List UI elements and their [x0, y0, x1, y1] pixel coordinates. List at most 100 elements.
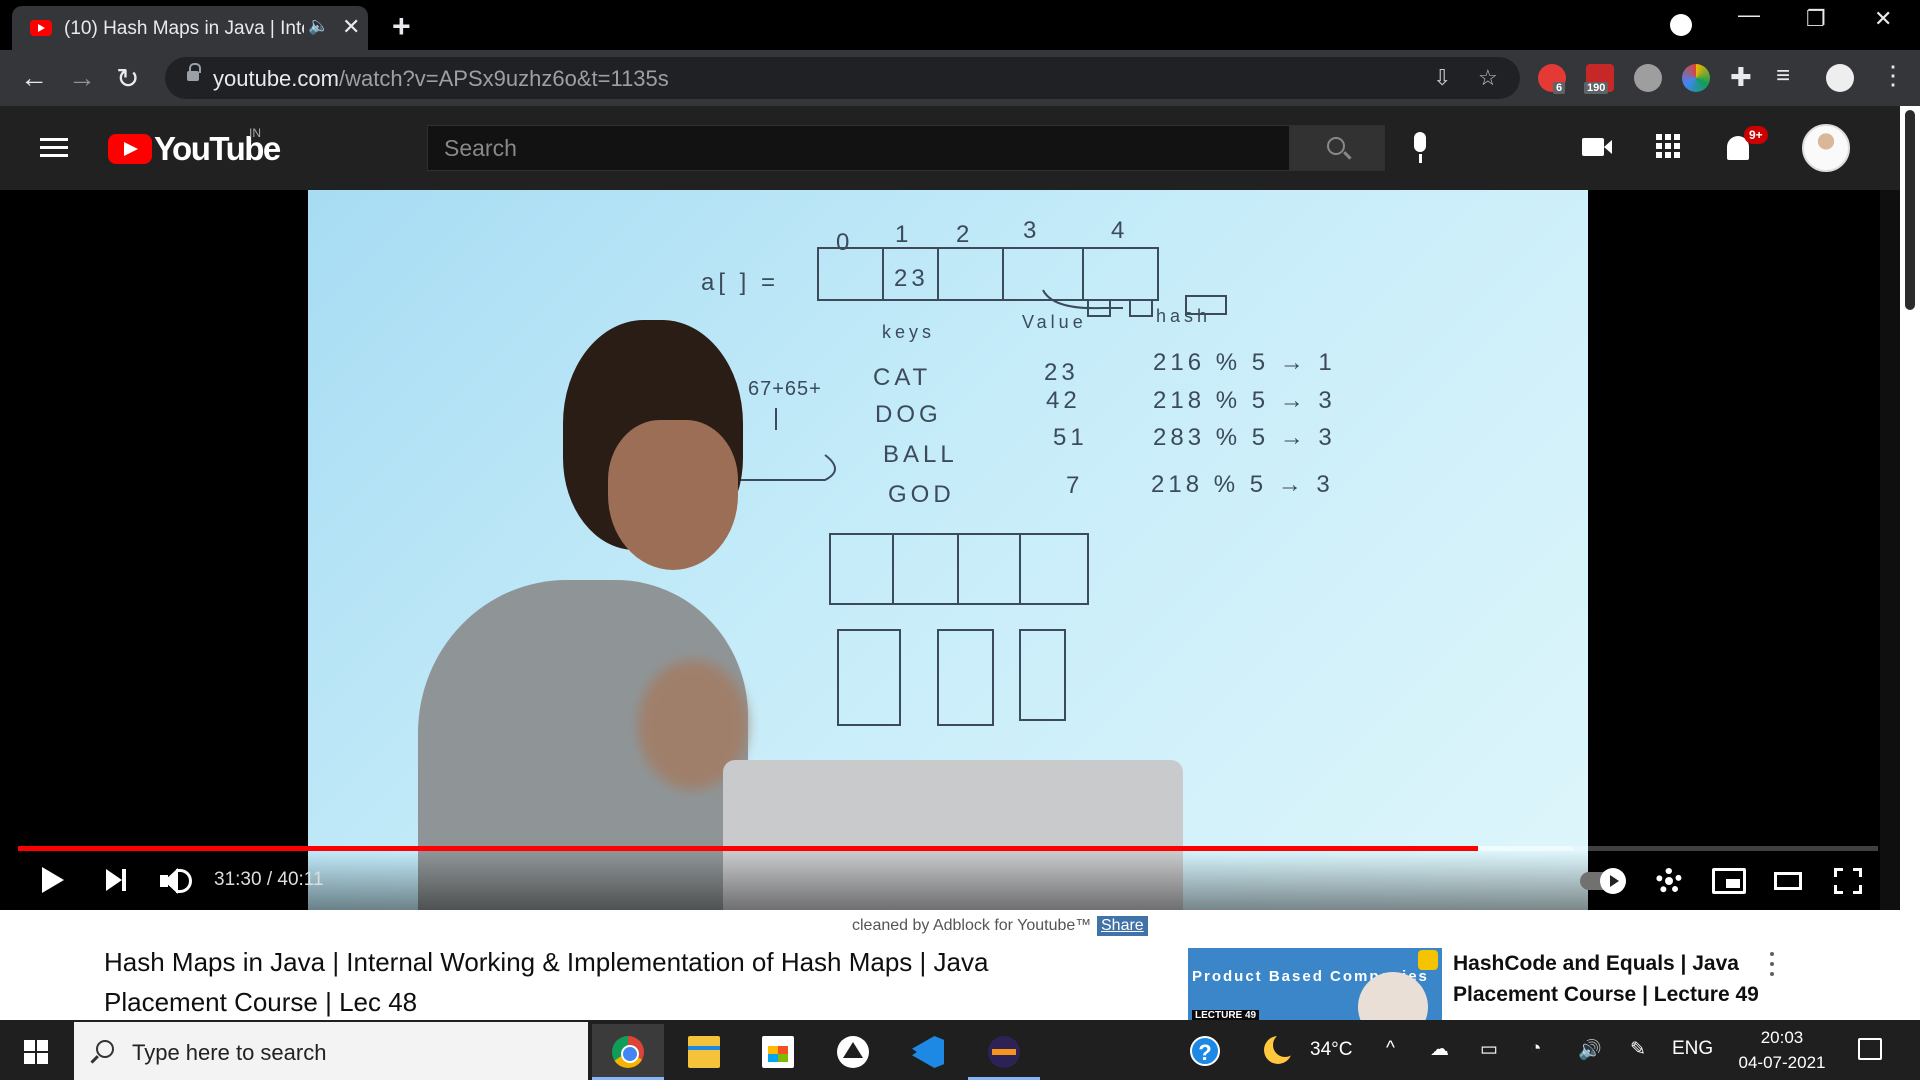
install-app-icon[interactable]: ⇩: [1433, 65, 1451, 91]
bookmark-star-icon[interactable]: ☆: [1478, 65, 1498, 91]
back-arrow-icon[interactable]: ←: [20, 62, 48, 94]
video-player[interactable]: 0 1 2 3 4 a[ ] = 23 keys Value hash 67+6…: [0, 190, 1880, 910]
taskbar-file-explorer[interactable]: [668, 1024, 740, 1080]
system-clock[interactable]: 20:03 04-07-2021: [1732, 1025, 1832, 1075]
apps-grid-icon[interactable]: [1656, 134, 1680, 158]
cloud-extension-icon[interactable]: [1634, 64, 1662, 92]
puzzle-extensions-icon[interactable]: ✚: [1730, 62, 1752, 93]
browser-menu-icon[interactable]: ⋮: [1880, 60, 1906, 91]
volume-icon[interactable]: [160, 866, 194, 896]
restore-icon[interactable]: ❐: [1806, 6, 1826, 32]
tab-search-icon[interactable]: [1670, 14, 1692, 36]
video-frame[interactable]: 0 1 2 3 4 a[ ] = 23 keys Value hash 67+6…: [308, 190, 1588, 910]
reading-list-icon[interactable]: ≡: [1776, 62, 1790, 90]
keys-header: keys: [882, 322, 935, 342]
taskbar-store[interactable]: [742, 1024, 814, 1080]
page-scrollbar[interactable]: [1900, 106, 1920, 1020]
search-icon: [96, 1040, 114, 1058]
hamburger-menu-icon[interactable]: [40, 138, 68, 158]
row-value: 51: [1053, 424, 1088, 451]
tab-title: (10) Hash Maps in Java | Internal Workin…: [64, 18, 304, 39]
new-tab-button[interactable]: +: [392, 8, 411, 45]
clock-time: 20:03: [1760, 1028, 1804, 1047]
row-key: GOD: [888, 481, 955, 508]
action-center-icon[interactable]: [1858, 1038, 1882, 1060]
voice-search-mic-icon[interactable]: [1411, 132, 1429, 166]
play-button[interactable]: [42, 867, 64, 893]
youtube-header: YouTube IN 9+: [0, 106, 1900, 190]
adblock-note: cleaned by Adblock for Youtube™: [852, 917, 1092, 934]
youtube-logo-icon[interactable]: [108, 134, 152, 164]
row-hash: 216 % 5 → 1: [1153, 349, 1336, 376]
more-options-icon[interactable]: [1770, 952, 1774, 976]
windows-start-icon[interactable]: [24, 1040, 48, 1064]
row-key: BALL: [883, 441, 958, 468]
search-box[interactable]: [427, 125, 1290, 171]
taskbar-vscode[interactable]: [892, 1024, 964, 1080]
progress-bar[interactable]: [18, 846, 1878, 851]
taskbar-unity[interactable]: [817, 1024, 889, 1080]
taskbar-eclipse[interactable]: [968, 1024, 1040, 1080]
share-link[interactable]: Share: [1097, 916, 1148, 936]
taskbar-chrome[interactable]: [592, 1024, 664, 1080]
next-video-button[interactable]: [106, 869, 126, 891]
autoplay-toggle[interactable]: [1580, 868, 1626, 894]
window-close-icon[interactable]: ✕: [1874, 6, 1892, 32]
index-label: 3: [1023, 217, 1040, 244]
network-icon[interactable]: ◔: [1530, 1038, 1541, 1060]
lock-icon[interactable]: [187, 63, 201, 82]
account-avatar[interactable]: [1802, 124, 1850, 172]
search-icon: [1327, 137, 1345, 155]
player-controls: 31:30 / 40:11: [0, 852, 1880, 910]
counter-badge: 190: [1584, 82, 1609, 94]
speaker-icon[interactable]: 🔊: [1578, 1038, 1602, 1062]
url-text[interactable]: youtube.com/watch?v=APSx9uzhz6o&t=1135s: [213, 66, 669, 92]
region-code: IN: [249, 126, 261, 140]
vscode-icon: [912, 1036, 944, 1068]
timecode: 31:30 / 40:11: [214, 869, 324, 890]
chrome-icon: [612, 1036, 644, 1068]
profile-avatar[interactable]: [1826, 64, 1854, 92]
address-bar[interactable]: youtube.com/watch?v=APSx9uzhz6o&t=1135s …: [165, 57, 1520, 99]
row-value: 23: [1044, 359, 1079, 386]
row-value: 42: [1046, 387, 1081, 414]
related-video-title[interactable]: HashCode and Equals | Java Placement Cou…: [1453, 948, 1783, 1010]
show-hidden-icons-icon[interactable]: ^: [1386, 1038, 1395, 1060]
channel-badge-icon: [1418, 950, 1438, 970]
row-hash: 218 % 5 → 3: [1153, 387, 1336, 414]
help-icon[interactable]: ?: [1190, 1036, 1220, 1066]
browser-tab-strip: (10) Hash Maps in Java | Internal Workin…: [0, 0, 1920, 50]
minimize-icon[interactable]: —: [1738, 2, 1760, 28]
temperature[interactable]: 34°C: [1310, 1039, 1352, 1061]
row-key: CAT: [873, 364, 931, 391]
clock-date: 04-07-2021: [1738, 1053, 1826, 1072]
browser-tab[interactable]: (10) Hash Maps in Java | Internal Workin…: [12, 6, 368, 50]
theater-mode-icon[interactable]: [1774, 872, 1802, 890]
weather-moon-icon[interactable]: [1264, 1033, 1297, 1064]
battery-icon[interactable]: ▭: [1480, 1038, 1498, 1061]
create-video-icon[interactable]: [1582, 138, 1612, 156]
unity-icon: [837, 1036, 869, 1068]
color-extension-icon[interactable]: [1682, 64, 1710, 92]
search-input[interactable]: [428, 126, 1289, 170]
pen-icon[interactable]: ✎: [1630, 1038, 1646, 1061]
fullscreen-icon[interactable]: [1834, 868, 1862, 894]
row-hash: 283 % 5 → 3: [1153, 424, 1336, 451]
search-button[interactable]: [1290, 125, 1385, 171]
index-label: 4: [1111, 217, 1128, 244]
settings-gear-icon[interactable]: [1656, 868, 1682, 894]
input-language[interactable]: ENG: [1672, 1038, 1713, 1060]
reload-icon[interactable]: ↻: [116, 62, 139, 95]
onedrive-cloud-icon[interactable]: ☁: [1430, 1038, 1449, 1061]
tab-close-icon[interactable]: ✕: [342, 14, 360, 40]
adblock-badge: 6: [1553, 82, 1566, 94]
miniplayer-icon[interactable]: [1712, 868, 1746, 894]
row-value: 7: [1066, 472, 1083, 499]
forward-arrow-icon[interactable]: →: [68, 62, 96, 94]
tab-audio-icon[interactable]: 🔈: [308, 16, 329, 36]
array-label: a[ ] =: [701, 269, 779, 296]
taskbar-search[interactable]: Type here to search: [74, 1022, 588, 1080]
related-video-thumbnail[interactable]: Product Based Companies LECTURE 49: [1188, 948, 1442, 1020]
value-header: Value: [1022, 312, 1087, 332]
scrollbar-thumb[interactable]: [1905, 110, 1915, 310]
